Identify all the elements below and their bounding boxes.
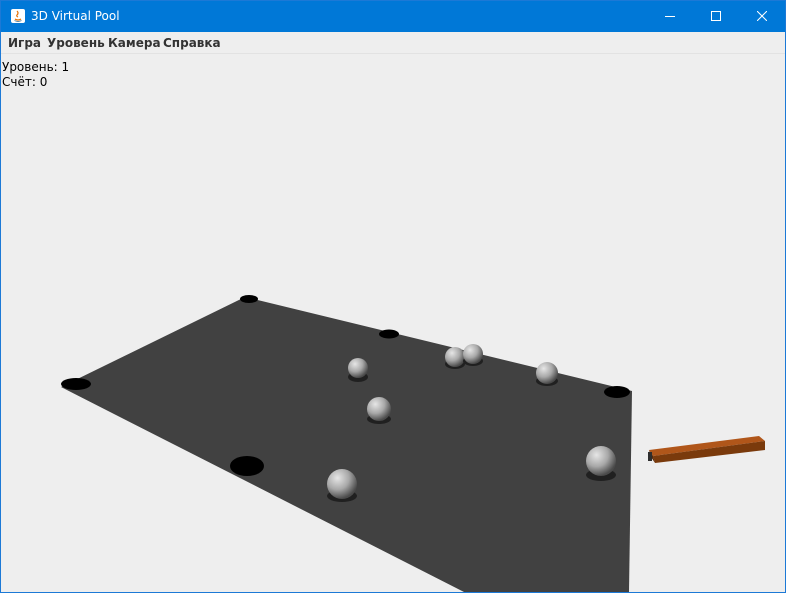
level-indicator: Уровень: 1 <box>2 60 70 74</box>
hud: Уровень: 1 Счёт: 0 <box>2 60 69 90</box>
maximize-button[interactable] <box>693 1 739 32</box>
score-indicator: Счёт: 0 <box>2 75 48 89</box>
pool-ball <box>536 362 558 384</box>
menu-bar: Игра Уровень Камера Справка <box>1 32 785 54</box>
menu-level[interactable]: Уровень <box>47 36 105 50</box>
pool-ball <box>348 358 368 378</box>
menu-help[interactable]: Справка <box>163 36 221 50</box>
window-title: 3D Virtual Pool <box>31 9 120 23</box>
pool-ball <box>367 397 391 421</box>
java-icon <box>10 8 26 24</box>
pocket <box>61 378 91 390</box>
pool-ball <box>463 344 483 364</box>
pocket <box>604 386 630 398</box>
close-icon <box>757 11 767 21</box>
pool-ball <box>445 347 465 367</box>
maximize-icon <box>711 11 721 21</box>
pool-table-surface <box>61 297 632 592</box>
pool-ball <box>327 469 357 499</box>
pool-cue[interactable] <box>648 436 765 463</box>
title-bar[interactable]: 3D Virtual Pool <box>1 1 785 32</box>
menu-game[interactable]: Игра <box>8 36 41 50</box>
app-window: 3D Virtual Pool Игра Уровень Камера Спра… <box>0 0 786 593</box>
cue-ball[interactable] <box>586 446 616 476</box>
menu-camera[interactable]: Камера <box>108 36 161 50</box>
close-button[interactable] <box>739 1 785 32</box>
game-viewport[interactable] <box>1 1 785 592</box>
minimize-button[interactable] <box>647 1 693 32</box>
pocket <box>240 295 258 303</box>
pocket <box>379 329 399 339</box>
minimize-icon <box>665 16 675 17</box>
pocket <box>230 456 264 476</box>
